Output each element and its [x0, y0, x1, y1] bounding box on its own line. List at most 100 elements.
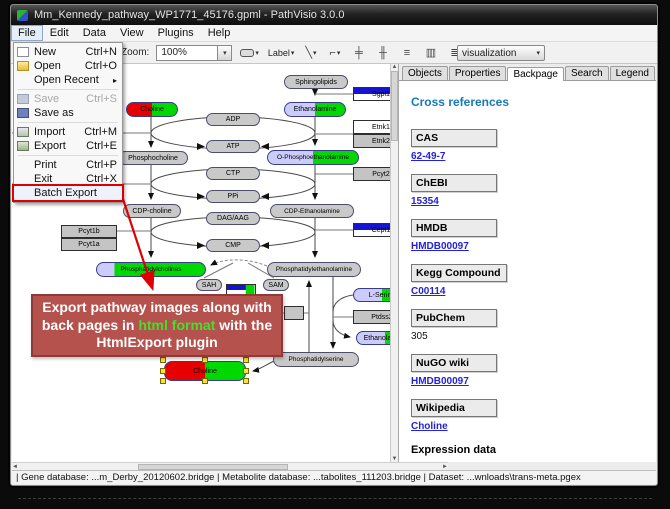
- label-button[interactable]: Label ▾: [267, 44, 296, 61]
- node-phosphatidylethanolamine[interactable]: Phosphatidylethanolamine: [267, 262, 361, 277]
- node-atp[interactable]: ATP: [206, 140, 260, 153]
- tab-search[interactable]: Search: [565, 66, 609, 80]
- xref-link[interactable]: C00114: [411, 286, 646, 297]
- line-tool-button[interactable]: ╲▾: [302, 44, 319, 61]
- node-etnk2[interactable]: Etnk2: [353, 134, 390, 148]
- tab-properties[interactable]: Properties: [449, 66, 507, 80]
- selection-handle[interactable]: [160, 378, 166, 384]
- node-phosphatidylcholines[interactable]: Phosphatidylcholines: [96, 262, 206, 277]
- node-sam[interactable]: SAM: [263, 279, 289, 291]
- canvas-horizontal-scrollbar[interactable]: ◄ ►: [12, 462, 448, 470]
- menu-edit[interactable]: Edit: [43, 25, 76, 41]
- node-pcyt1a[interactable]: Pcyt1a: [61, 238, 117, 251]
- datanode-button[interactable]: ▾: [239, 44, 260, 61]
- file-menu-item-save-as[interactable]: Save as: [14, 106, 122, 120]
- node-etnk1[interactable]: Etnk1: [353, 120, 390, 134]
- node-ctp[interactable]: CTP: [206, 167, 260, 180]
- scroll-up-icon[interactable]: ▲: [391, 64, 397, 70]
- zoom-combo[interactable]: 100% ▾: [156, 45, 232, 61]
- datanode-icon: [240, 49, 254, 57]
- node-sah[interactable]: SAH: [196, 279, 222, 291]
- connector-tool-icon-caret[interactable]: ▾: [337, 49, 341, 57]
- tab-legend[interactable]: Legend: [610, 66, 655, 80]
- zoom-value[interactable]: 100%: [156, 45, 218, 61]
- menu-item-label: Export: [34, 140, 81, 152]
- visualization-combo[interactable]: visualization ▾: [457, 45, 545, 61]
- node-sgpl1[interactable]: Sgpl1: [353, 87, 390, 101]
- node-cdp-ethanolamine[interactable]: CDP-Ethanolamine: [270, 204, 354, 218]
- node-phosphocholine[interactable]: Phosphocholine: [118, 151, 188, 165]
- file-menu-item-exit[interactable]: ExitCtrl+X: [14, 172, 122, 186]
- node-cept1[interactable]: Cept1: [353, 223, 390, 237]
- connector-tool-button[interactable]: ⌐▾: [326, 44, 343, 61]
- side-panel: ObjectsPropertiesBackpageSearchLegend Cr…: [398, 64, 656, 462]
- node-dag-aag[interactable]: DAG/AAG: [206, 212, 260, 225]
- file-menu-item-new[interactable]: NewCtrl+N: [14, 45, 122, 59]
- common-height-button[interactable]: ≡: [398, 44, 415, 61]
- tab-backpage[interactable]: Backpage: [507, 67, 563, 81]
- align-center-icon: ╪: [355, 47, 363, 59]
- vertical-scroll-thumb[interactable]: [391, 71, 398, 141]
- menu-view[interactable]: View: [113, 25, 151, 41]
- tab-objects[interactable]: Objects: [402, 66, 448, 80]
- new-file-icon: [17, 47, 29, 57]
- export-icon: [17, 141, 29, 151]
- xref-link[interactable]: Choline: [411, 421, 646, 432]
- common-width-button[interactable]: ▥: [422, 44, 439, 61]
- file-menu-item-export[interactable]: ExportCtrl+E: [14, 139, 122, 153]
- file-menu-item-batch-export[interactable]: Batch Export: [14, 186, 122, 200]
- save-icon: [17, 94, 29, 104]
- xref-link[interactable]: HMDB00097: [411, 241, 646, 252]
- titlebar[interactable]: Mm_Kennedy_pathway_WP1771_45176.gpml - P…: [11, 5, 657, 25]
- node-l-serine[interactable]: L-Serine: [353, 288, 390, 302]
- file-menu-item-open[interactable]: OpenCtrl+O: [14, 59, 122, 73]
- selection-handle[interactable]: [243, 368, 249, 374]
- xref-link[interactable]: 62-49-7: [411, 151, 646, 162]
- xref-section-chebi: ChEBI15354: [411, 174, 646, 207]
- zoom-dropdown-arrow-icon[interactable]: ▾: [218, 45, 232, 61]
- canvas-vertical-scrollbar[interactable]: ▲ ▼: [390, 64, 398, 462]
- file-menu-item-open-recent[interactable]: Open Recent▸: [14, 73, 122, 87]
- selection-handle[interactable]: [243, 357, 249, 363]
- align-middle-button[interactable]: ╫: [374, 44, 391, 61]
- node-cmp[interactable]: CMP: [206, 239, 260, 252]
- node-pcyt2[interactable]: Pcyt2: [353, 167, 390, 181]
- menu-item-label: New: [34, 46, 81, 58]
- align-center-button[interactable]: ╪: [350, 44, 367, 61]
- xref-header: Wikipedia: [411, 399, 497, 417]
- line-tool-icon-caret[interactable]: ▾: [313, 49, 317, 57]
- node-ppi[interactable]: PPi: [206, 190, 260, 203]
- file-menu-item-import[interactable]: ImportCtrl+M: [14, 125, 122, 139]
- cross-references-heading: Cross references: [411, 95, 646, 109]
- node-o-phosphoethanolamine[interactable]: O-Phosphoethanolamine: [267, 150, 359, 165]
- menu-plugins[interactable]: Plugins: [151, 25, 201, 41]
- file-menu-item-save[interactable]: SaveCtrl+S: [14, 92, 122, 106]
- selection-handle[interactable]: [202, 357, 208, 363]
- node-adp[interactable]: ADP: [206, 113, 260, 126]
- datanode-caret-icon[interactable]: ▾: [255, 49, 259, 57]
- menu-file[interactable]: File: [11, 25, 43, 41]
- gene-node[interactable]: [284, 306, 304, 320]
- screenshot-artifact: [18, 498, 652, 499]
- selection-handle[interactable]: [160, 368, 166, 374]
- node-pcyt1b[interactable]: Pcyt1b: [61, 225, 117, 238]
- menu-help[interactable]: Help: [201, 25, 238, 41]
- selection-handle[interactable]: [202, 378, 208, 384]
- scroll-left-icon[interactable]: ◄: [12, 464, 18, 470]
- node-ethanolamine[interactable]: Ethanolamine: [356, 331, 390, 345]
- selection-handle[interactable]: [160, 357, 166, 363]
- node-choline[interactable]: Choline: [126, 102, 178, 117]
- node-cdp-choline[interactable]: CDP-choline: [123, 204, 181, 218]
- horizontal-scroll-thumb[interactable]: [138, 464, 288, 470]
- node-ptdss2[interactable]: Ptdss2: [353, 310, 390, 324]
- menu-data[interactable]: Data: [76, 25, 113, 41]
- selection-handle[interactable]: [243, 378, 249, 384]
- node-phosphatidylserine[interactable]: Phosphatidylserine: [273, 352, 359, 367]
- file-menu-item-print[interactable]: PrintCtrl+P: [14, 158, 122, 172]
- xref-link[interactable]: HMDB00097: [411, 376, 646, 387]
- node-sphingolipids[interactable]: Sphingolipids: [284, 75, 348, 89]
- scroll-right-icon[interactable]: ►: [442, 464, 448, 470]
- xref-link[interactable]: 15354: [411, 196, 646, 207]
- label-caret-icon[interactable]: ▾: [291, 49, 295, 57]
- node-ethanolamine[interactable]: Ethanolamine: [284, 102, 346, 117]
